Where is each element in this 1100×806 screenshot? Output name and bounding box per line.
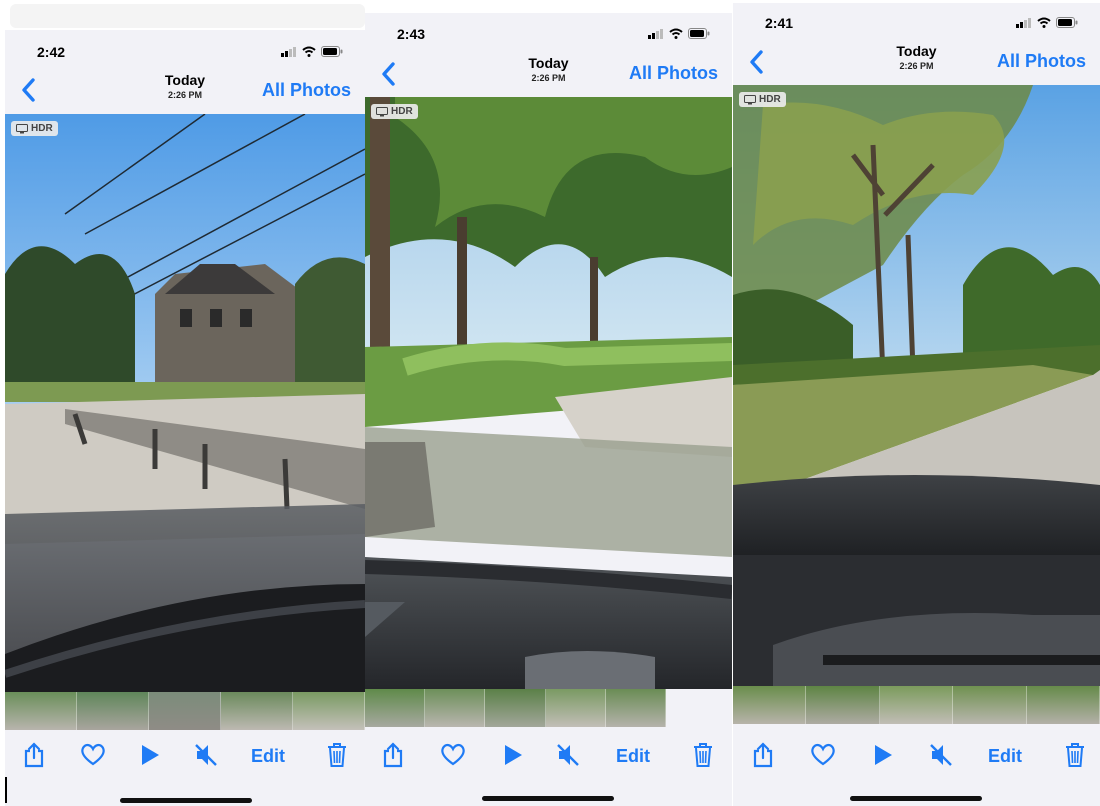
home-indicator[interactable] <box>120 798 252 803</box>
nav-bar: Today 2:26 PM All Photos <box>365 51 732 97</box>
scrubber-frame <box>1026 686 1100 724</box>
system-icons <box>648 28 710 39</box>
trash-icon[interactable] <box>322 740 352 770</box>
status-time: 2:43 <box>397 26 426 42</box>
edit-button[interactable]: Edit <box>251 746 285 767</box>
scrubber-frame <box>605 689 667 727</box>
nav-bar: Today 2:26 PM All Photos <box>5 68 365 114</box>
signal-icon <box>648 28 663 39</box>
bottom-toolbar: Edit <box>733 734 1100 774</box>
photo-view[interactable]: HDR <box>365 97 732 689</box>
bottom-toolbar: Edit <box>5 734 365 774</box>
play-icon[interactable] <box>135 740 165 770</box>
photo-image <box>5 114 365 692</box>
signal-icon <box>281 46 296 57</box>
trash-icon[interactable] <box>688 740 718 770</box>
status-bar: 2:43 <box>365 13 732 49</box>
scrubber-frame <box>5 692 77 730</box>
battery-icon <box>688 28 710 39</box>
photo-view[interactable]: HDR <box>5 114 365 692</box>
screen-3: 2:41 Today 2:26 PM All Photos HDR Edit <box>733 3 1100 806</box>
video-scrubber[interactable] <box>733 686 1100 724</box>
bottom-toolbar: Edit <box>365 734 732 774</box>
screen-1: 2:42 Today 2:26 PM All Photos HDR Edit <box>5 30 365 806</box>
scrubber-frame <box>149 692 221 730</box>
scrubber-frame <box>293 692 365 730</box>
scrubber-frame <box>485 689 546 727</box>
screen-2: 2:43 Today 2:26 PM All Photos HDR Edit <box>365 13 732 806</box>
play-icon[interactable] <box>868 740 898 770</box>
system-icons <box>1016 17 1078 28</box>
all-photos-link[interactable]: All Photos <box>997 51 1086 72</box>
status-time: 2:42 <box>37 44 66 60</box>
hdr-badge: HDR <box>11 121 58 136</box>
scrubber-frame <box>221 692 293 730</box>
status-bar: 2:42 <box>5 30 365 66</box>
back-chevron-icon[interactable] <box>17 76 41 104</box>
scrubber-frame <box>733 686 807 724</box>
home-indicator[interactable] <box>850 796 982 801</box>
mute-icon[interactable] <box>191 740 221 770</box>
share-icon[interactable] <box>19 740 49 770</box>
hdr-badge-label: HDR <box>31 123 53 134</box>
display-icon <box>376 106 388 116</box>
mute-icon[interactable] <box>553 740 583 770</box>
trash-icon[interactable] <box>1060 740 1090 770</box>
photo-view[interactable]: HDR <box>733 85 1100 686</box>
scrubber-frame <box>806 686 880 724</box>
hdr-badge-label: HDR <box>391 106 413 117</box>
all-photos-link[interactable]: All Photos <box>629 63 718 84</box>
system-icons <box>281 46 343 57</box>
play-icon[interactable] <box>498 740 528 770</box>
scrubber-frame <box>425 689 486 727</box>
redacted-header-strip <box>10 4 365 28</box>
back-chevron-icon[interactable] <box>377 60 401 88</box>
mute-icon[interactable] <box>926 740 956 770</box>
status-time: 2:41 <box>765 15 794 31</box>
battery-icon <box>1056 17 1078 28</box>
heart-icon[interactable] <box>78 740 108 770</box>
battery-icon <box>321 46 343 57</box>
wifi-icon <box>669 28 683 39</box>
scrubber-frame <box>365 689 426 727</box>
share-icon[interactable] <box>748 740 778 770</box>
wifi-icon <box>1037 17 1051 28</box>
scrubber-frame <box>953 686 1027 724</box>
display-icon <box>744 94 756 104</box>
nav-bar: Today 2:26 PM All Photos <box>733 39 1100 85</box>
display-icon <box>16 123 28 133</box>
signal-icon <box>1016 17 1031 28</box>
photo-image <box>365 97 732 689</box>
wifi-icon <box>302 46 316 57</box>
edit-button[interactable]: Edit <box>988 746 1022 767</box>
text-cursor <box>5 777 7 803</box>
heart-icon[interactable] <box>438 740 468 770</box>
back-chevron-icon[interactable] <box>745 48 769 76</box>
video-scrubber[interactable] <box>365 689 667 727</box>
hdr-badge: HDR <box>739 92 786 107</box>
video-scrubber[interactable] <box>5 692 365 730</box>
photo-image <box>733 85 1100 686</box>
hdr-badge: HDR <box>371 104 418 119</box>
scrubber-frame <box>77 692 149 730</box>
scrubber-frame <box>879 686 954 724</box>
all-photos-link[interactable]: All Photos <box>262 80 351 101</box>
edit-button[interactable]: Edit <box>616 746 650 767</box>
home-indicator[interactable] <box>482 796 614 801</box>
share-icon[interactable] <box>378 740 408 770</box>
scrubber-frame <box>545 689 606 727</box>
status-bar: 2:41 <box>733 3 1100 39</box>
hdr-badge-label: HDR <box>759 94 781 105</box>
heart-icon[interactable] <box>808 740 838 770</box>
